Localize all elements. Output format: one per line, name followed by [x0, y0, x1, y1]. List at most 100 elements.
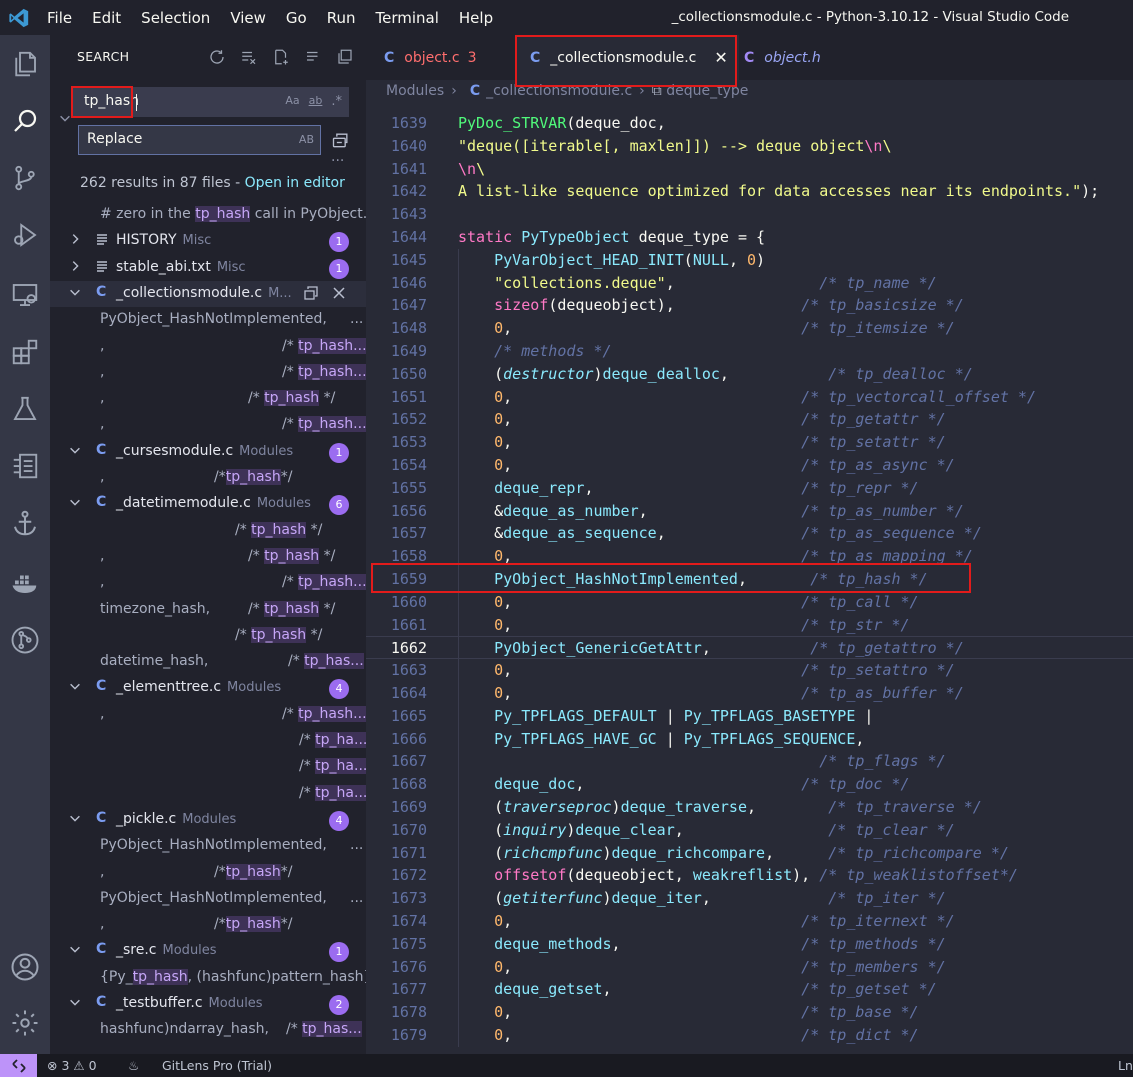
search-icon[interactable]	[8, 104, 42, 138]
clear-results-icon[interactable]	[236, 47, 261, 67]
menu-file[interactable]: File	[47, 9, 72, 27]
code-line[interactable]: 1678 0, /* tp_base */	[366, 1001, 1133, 1024]
gitlens-icon[interactable]	[8, 623, 42, 657]
gitlens-status[interactable]: GitLens Pro (Trial)	[162, 1058, 272, 1073]
match-case-toggle[interactable]: Aa	[285, 94, 299, 109]
extensions-icon[interactable]	[8, 335, 42, 369]
code-line[interactable]: 1649 /* methods */	[366, 340, 1133, 363]
result-match[interactable]: , /* tp_hash...	[50, 702, 366, 728]
replace-placeholder[interactable]: Replace	[87, 131, 142, 147]
chevron-down-icon[interactable]	[68, 495, 82, 509]
result-match[interactable]: /* tp_ha...	[50, 754, 366, 780]
code-line[interactable]: 1666 Py_TPFLAGS_HAVE_GC | Py_TPFLAGS_SEQ…	[366, 727, 1133, 751]
code-line[interactable]: 1676 0, /* tp_members */	[366, 955, 1133, 979]
code-line[interactable]: 1645 PyVarObject_HEAD_INIT(NULL, 0)	[366, 248, 1133, 272]
chevron-down-icon[interactable]	[68, 995, 82, 1009]
match-whole-word-toggle[interactable]: ab	[309, 94, 323, 109]
menu-edit[interactable]: Edit	[92, 9, 121, 27]
toggle-replace-chevron-icon[interactable]	[58, 111, 72, 128]
flame-icon[interactable]: ♨	[128, 1058, 139, 1073]
result-file[interactable]: C _sre.c Modules 1	[50, 938, 366, 964]
code-line[interactable]: 1652 0, /* tp_getattr */	[366, 408, 1133, 432]
collapse-all-icon[interactable]	[300, 47, 325, 67]
code-line[interactable]: 1674 0, /* tp_iternext */	[366, 910, 1133, 933]
use-regex-toggle[interactable]: .*	[331, 94, 342, 109]
code-line[interactable]: 1651 0, /* tp_vectorcall_offset */	[366, 385, 1133, 409]
code-line[interactable]: 1654 0, /* tp_as_async */	[366, 454, 1133, 477]
docker-icon[interactable]	[8, 566, 42, 600]
code-line[interactable]: 1659 PyObject_HashNotImplemented, /* tp_…	[366, 568, 1133, 591]
result-match[interactable]: /* tp_hash */	[50, 623, 366, 649]
result-match[interactable]: , /*tp_hash*/	[50, 912, 366, 938]
code-line[interactable]: 1656 &deque_as_number, /* tp_as_number *…	[366, 499, 1133, 523]
code-line[interactable]: 1658 0, /* tp_as_mapping */	[366, 545, 1133, 568]
code-line[interactable]: 1644 static PyTypeObject deque_type = {	[366, 226, 1133, 249]
result-file[interactable]: HISTORY Misc 1	[50, 228, 366, 254]
result-match[interactable]: , /* tp_hash...	[50, 334, 366, 360]
chevron-down-icon[interactable]	[68, 942, 82, 956]
result-file[interactable]: C _datetimemodule.c Modules 6	[50, 491, 366, 517]
code-line[interactable]: 1643	[366, 203, 1133, 226]
docker-anchor-icon[interactable]	[8, 506, 42, 540]
account-icon[interactable]	[8, 950, 42, 984]
code-line[interactable]: 1642 A list-like sequence optimized for d…	[366, 180, 1133, 203]
code-line[interactable]: 1663 0, /* tp_setattro */	[366, 659, 1133, 682]
result-match[interactable]: {Py_tp_hash, (hashfunc)pattern_hash},	[50, 965, 366, 991]
refresh-icon[interactable]	[204, 47, 229, 67]
result-match[interactable]: /* tp_hash */	[50, 518, 366, 544]
chevron-right-icon[interactable]	[68, 259, 82, 273]
menu-terminal[interactable]: Terminal	[376, 9, 439, 27]
testing-icon[interactable]	[8, 392, 42, 426]
code-line[interactable]: 1668 deque_doc, /* tp_doc */	[366, 773, 1133, 796]
code-line[interactable]: 1655 deque_repr, /* tp_repr */	[366, 476, 1133, 500]
code-line[interactable]: 1672 offsetof(dequeobject, weakreflist),…	[366, 864, 1133, 888]
breadcrumb-file[interactable]: _collectionsmodule.c	[486, 83, 632, 99]
code-line[interactable]: 1675 deque_methods, /* tp_methods */	[366, 932, 1133, 956]
result-match[interactable]: , /* tp_hash */	[50, 386, 366, 412]
toggle-search-details-icon[interactable]: ···	[331, 153, 344, 169]
result-match[interactable]: , /* tp_hash...	[50, 570, 366, 596]
code-line[interactable]: 1640 "deque([iterable[, maxlen]]) --> deq…	[366, 135, 1133, 158]
code-line[interactable]: 1657 &deque_as_sequence, /* tp_as_sequen…	[366, 522, 1133, 546]
code-line[interactable]: 1660 0, /* tp_call */	[366, 590, 1133, 614]
chevron-down-icon[interactable]	[68, 679, 82, 693]
result-match[interactable]: PyObject_HashNotImplemented,...	[50, 833, 366, 859]
menu-run[interactable]: Run	[327, 9, 356, 27]
result-match[interactable]: timezone_hash, /* tp_hash */	[50, 597, 366, 623]
result-file[interactable]: stable_abi.txt Misc 1	[50, 255, 366, 281]
open-in-editor-link[interactable]: Open in editor	[245, 175, 345, 191]
chevron-down-icon[interactable]	[68, 443, 82, 457]
timeline-icon[interactable]	[8, 449, 42, 483]
result-match[interactable]: PyObject_HashNotImplemented,...	[50, 886, 366, 912]
settings-gear-icon[interactable]	[8, 1006, 42, 1040]
result-match[interactable]: , /* tp_hash...	[50, 412, 366, 438]
search-query[interactable]: tp_hash	[84, 93, 139, 109]
explorer-icon[interactable]	[8, 47, 42, 81]
code-line[interactable]: 1653 0, /* tp_setattr */	[366, 431, 1133, 454]
replace-all-icon[interactable]	[331, 130, 351, 150]
preserve-case-toggle[interactable]: AB	[299, 133, 314, 146]
result-match[interactable]: /* tp_ha...	[50, 781, 366, 807]
code-line[interactable]: 1664 0, /* tp_as_buffer */	[366, 682, 1133, 705]
remote-indicator-icon[interactable]	[0, 1054, 37, 1077]
result-file[interactable]: C _collectionsmodule.c M...	[50, 280, 366, 307]
result-match[interactable]: , /* tp_hash */	[50, 544, 366, 570]
menu-go[interactable]: Go	[286, 9, 307, 27]
chevron-right-icon[interactable]	[68, 232, 82, 246]
menu-help[interactable]: Help	[459, 9, 493, 27]
chevron-down-icon[interactable]	[68, 811, 82, 825]
code-line[interactable]: 1669 (traverseproc)deque_traverse, /* tp…	[366, 796, 1133, 819]
result-match[interactable]: hashfunc)ndarray_hash, /* tp_has...	[50, 1017, 366, 1043]
dismiss-icon[interactable]	[331, 285, 347, 301]
result-match[interactable]: , /*tp_hash*/	[50, 465, 366, 491]
tab-object-h[interactable]: C object.h	[744, 35, 894, 80]
result-match[interactable]: /* tp_ha...	[50, 728, 366, 754]
run-debug-icon[interactable]	[8, 218, 42, 252]
search-input[interactable]: tp_hash Aa ab .*	[71, 87, 349, 117]
code-line[interactable]: 1671 (richcmpfunc)deque_richcompare, /* …	[366, 841, 1133, 865]
remote-explorer-icon[interactable]	[8, 278, 42, 312]
result-file[interactable]: C _cursesmodule.c Modules 1	[50, 439, 366, 465]
code-line[interactable]: 1648 0, /* tp_itemsize */	[366, 317, 1133, 340]
code-line[interactable]: 1650 (destructor)deque_dealloc, /* tp_de…	[366, 362, 1133, 386]
result-file[interactable]: C _elementtree.c Modules 4	[50, 675, 366, 701]
